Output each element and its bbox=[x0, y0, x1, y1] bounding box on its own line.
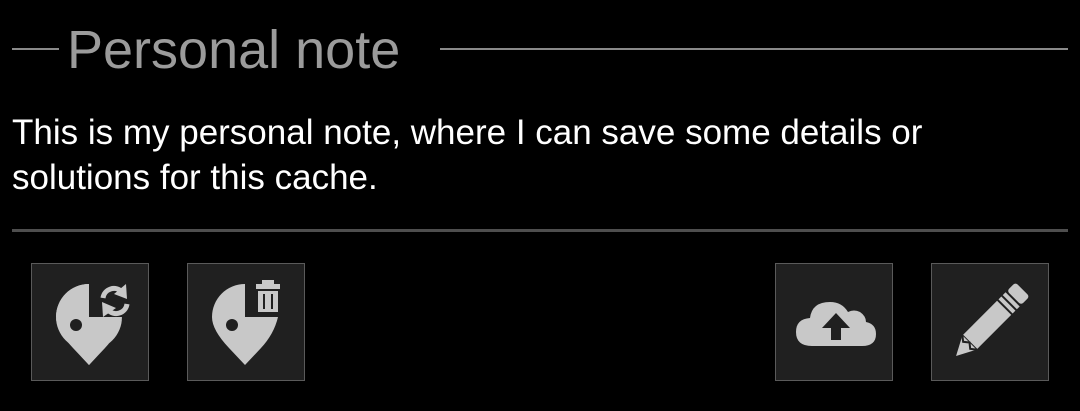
edit-note-button[interactable] bbox=[931, 263, 1049, 381]
map-marker-refresh-icon bbox=[56, 284, 130, 365]
header-rule-right bbox=[440, 48, 1068, 50]
delete-waypoint-button[interactable] bbox=[187, 263, 305, 381]
upload-note-button[interactable] bbox=[775, 263, 893, 381]
header-rule-left bbox=[12, 48, 59, 50]
refresh-waypoint-button[interactable] bbox=[31, 263, 149, 381]
personal-note-text: This is my personal note, where I can sa… bbox=[12, 113, 923, 197]
section-title: Personal note bbox=[67, 20, 401, 80]
pencil-icon bbox=[956, 283, 1029, 356]
cloud-upload-icon bbox=[796, 302, 876, 346]
personal-note-header: Personal note bbox=[12, 14, 1068, 86]
divider bbox=[12, 229, 1068, 232]
map-marker-delete-icon bbox=[212, 280, 280, 365]
